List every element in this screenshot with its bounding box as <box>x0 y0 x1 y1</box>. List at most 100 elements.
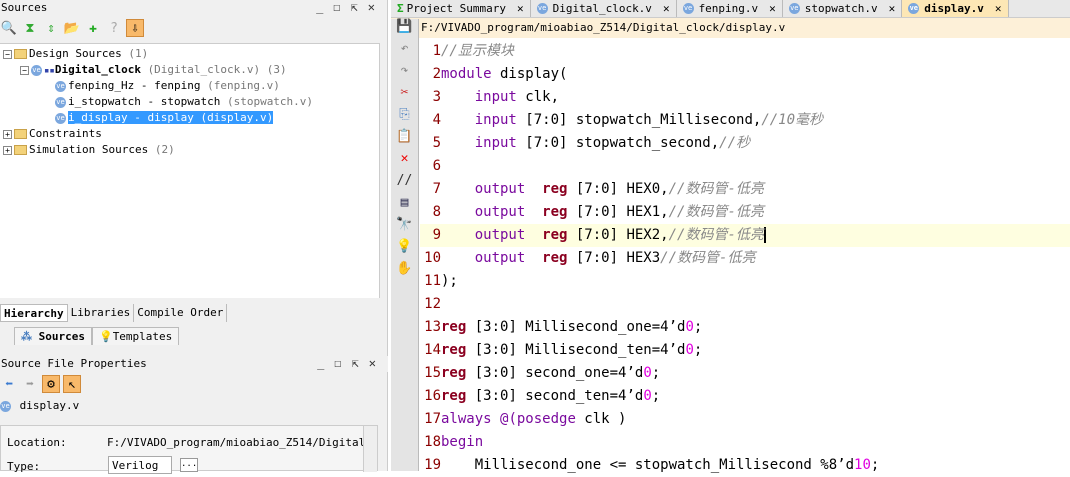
tab-label: Sources <box>38 330 85 343</box>
maximize-icon[interactable]: ☐ <box>333 0 340 15</box>
settings-gear-icon[interactable]: ⚙ <box>42 375 60 393</box>
back-arrow-icon[interactable]: ⬅ <box>0 375 18 393</box>
code-line[interactable]: 5 input [7:0] stopwatch_second,//秒 <box>420 132 1070 155</box>
save-icon[interactable]: 💾 <box>391 19 418 41</box>
properties-file: ve display.v <box>0 396 388 416</box>
comment-icon[interactable]: // <box>391 173 418 195</box>
close-icon[interactable]: ✕ <box>368 0 375 15</box>
cut-icon[interactable]: ✂ <box>391 85 418 107</box>
expand-all-icon[interactable]: ⇕ <box>42 19 60 37</box>
code-token: begin <box>441 434 484 450</box>
close-icon[interactable]: ✕ <box>369 356 376 371</box>
code-token: [7:0] stopwatch_second, <box>516 135 720 151</box>
close-tab-icon[interactable]: ✕ <box>663 0 670 17</box>
tab-templates[interactable]: 💡Templates <box>91 327 180 345</box>
collapse-all-icon[interactable]: ⧗ <box>21 19 39 37</box>
code-line[interactable]: 8 output reg [7:0] HEX1,//数码管-低亮 <box>420 201 1070 224</box>
search-icon[interactable]: 🔍 <box>0 19 18 37</box>
code-line[interactable]: 19 Millisecond_one <= stopwatch_Millisec… <box>420 454 1070 477</box>
collapse-icon[interactable]: − <box>20 65 29 75</box>
verilog-file-icon: ve <box>0 400 11 412</box>
code-line[interactable]: 2module display( <box>420 63 1070 86</box>
tab-label: Templates <box>112 330 173 343</box>
code-line[interactable]: 3 input clk, <box>420 86 1070 109</box>
code-token: //10毫秒 <box>761 112 824 128</box>
tab-sources[interactable]: ⁂ Sources <box>14 327 92 345</box>
code-line[interactable]: 7 output reg [7:0] HEX0,//数码管-低亮 <box>420 178 1070 201</box>
minimize-icon[interactable]: _ <box>317 356 324 371</box>
close-tab-icon[interactable]: ✕ <box>995 0 1002 17</box>
close-tab-icon[interactable]: ✕ <box>889 0 896 17</box>
editor-tab[interactable]: ve Digital_clock.v ✕ <box>531 0 677 17</box>
minimize-icon[interactable]: _ <box>316 0 323 15</box>
tree-item-simulation-sources[interactable]: + Simulation Sources (2) <box>3 142 175 158</box>
type-select[interactable]: Verilog <box>108 456 172 474</box>
tree-item-stopwatch[interactable]: ve i_stopwatch - stopwatch (stopwatch.v) <box>55 94 313 110</box>
float-icon[interactable]: ⇱ <box>352 356 359 371</box>
code-line[interactable]: 6 <box>420 155 1070 178</box>
editor-tab[interactable]: ve display.v ✕ <box>902 0 1009 17</box>
verilog-file-icon: ve <box>682 3 694 14</box>
sources-panel-header: Sources _ ☐ ⇱ ✕ <box>0 0 387 16</box>
forward-arrow-icon[interactable]: ➡ <box>21 375 39 393</box>
auto-update-icon[interactable]: ⇩ <box>126 19 144 37</box>
code-token: ); <box>441 273 458 289</box>
tab-libraries[interactable]: Libraries <box>68 304 135 322</box>
select-pointer-icon[interactable]: ↖ <box>63 375 81 393</box>
code-line[interactable]: 14reg [3:0] Millisecond_ten=4’d0; <box>420 339 1070 362</box>
add-sources-icon[interactable]: ✚ <box>84 19 102 37</box>
copy-icon[interactable]: ⎘ <box>391 107 418 129</box>
code-line[interactable]: 11); <box>420 270 1070 293</box>
code-line[interactable]: 10 output reg [7:0] HEX3//数码管-低亮 <box>420 247 1070 270</box>
tab-hierarchy[interactable]: Hierarchy <box>0 304 68 322</box>
code-line[interactable]: 17always @(posedge clk ) <box>420 408 1070 431</box>
expand-icon[interactable]: + <box>3 129 12 139</box>
code-token: ; <box>651 388 661 404</box>
tree-item-display[interactable]: ve i_display - display (display.v) <box>55 110 274 126</box>
code-line[interactable]: 1//显示模块 <box>420 40 1070 63</box>
lightbulb-icon[interactable]: 💡 <box>391 239 418 261</box>
find-icon[interactable]: 🔭 <box>391 217 418 239</box>
editor-tab[interactable]: ve stopwatch.v ✕ <box>783 0 903 17</box>
code-line[interactable]: 16reg [3:0] second_ten=4’d0; <box>420 385 1070 408</box>
editor-tab[interactable]: Σ Project Summary ✕ <box>391 0 531 17</box>
redo-icon[interactable]: ↷ <box>391 63 418 85</box>
collapse-icon[interactable]: − <box>3 49 12 59</box>
code-line[interactable]: 18begin <box>420 431 1070 454</box>
vertical-scrollbar[interactable] <box>363 426 377 472</box>
code-line[interactable]: 12 <box>420 293 1070 316</box>
delete-icon[interactable]: ✕ <box>391 151 418 173</box>
paste-icon[interactable]: 📋 <box>391 129 418 151</box>
open-folder-icon[interactable]: 📂 <box>63 19 81 37</box>
code-token: 0 <box>685 319 694 335</box>
browse-button[interactable]: ... <box>180 458 198 472</box>
tool-icon[interactable]: ✋ <box>391 261 418 283</box>
expand-icon[interactable]: + <box>3 145 12 155</box>
maximize-icon[interactable]: ☐ <box>334 356 341 371</box>
tree-label: i_stopwatch - stopwatch <box>68 95 221 108</box>
close-tab-icon[interactable]: ✕ <box>769 0 776 17</box>
tree-item-digital-clock[interactable]: − ve ▪▪Digital_clock (Digital_clock.v) (3) <box>20 62 287 78</box>
tree-item-constraints[interactable]: + Constraints <box>3 126 102 142</box>
unknown-doc-icon[interactable]: ? <box>105 19 123 37</box>
float-icon[interactable]: ⇱ <box>351 0 358 15</box>
code-line[interactable]: 15reg [3:0] second_one=4’d0; <box>420 362 1070 385</box>
tree-item-fenping[interactable]: ve fenping_Hz - fenping (fenping.v) <box>55 78 280 94</box>
tree-extra: (1) <box>128 47 149 60</box>
line-number: 1 <box>432 43 441 59</box>
code-token: [7:0] HEX1, <box>567 204 669 220</box>
tab-compile-order[interactable]: Compile Order <box>134 304 228 322</box>
editor-tab[interactable]: ve fenping.v ✕ <box>677 0 783 17</box>
folder-icon <box>14 129 27 139</box>
undo-icon[interactable]: ↶ <box>391 41 418 63</box>
close-tab-icon[interactable]: ✕ <box>517 0 524 17</box>
code-line[interactable]: 13reg [3:0] Millisecond_one=4’d0; <box>420 316 1070 339</box>
tree-label: Digital_clock <box>54 63 141 76</box>
block-select-icon[interactable]: ▤ <box>391 195 418 217</box>
code-line[interactable]: 9 output reg [7:0] HEX2,//数码管-低亮 <box>420 224 1070 247</box>
code-token: module <box>441 66 492 82</box>
tree-item-design-sources[interactable]: − Design Sources (1) <box>3 46 148 62</box>
code-line[interactable]: 4 input [7:0] stopwatch_Millisecond,//10… <box>420 109 1070 132</box>
code-editor[interactable]: 1//显示模块 2module display(3 input clk, 4 inp… <box>420 40 1070 473</box>
line-number: 15 <box>424 365 441 381</box>
